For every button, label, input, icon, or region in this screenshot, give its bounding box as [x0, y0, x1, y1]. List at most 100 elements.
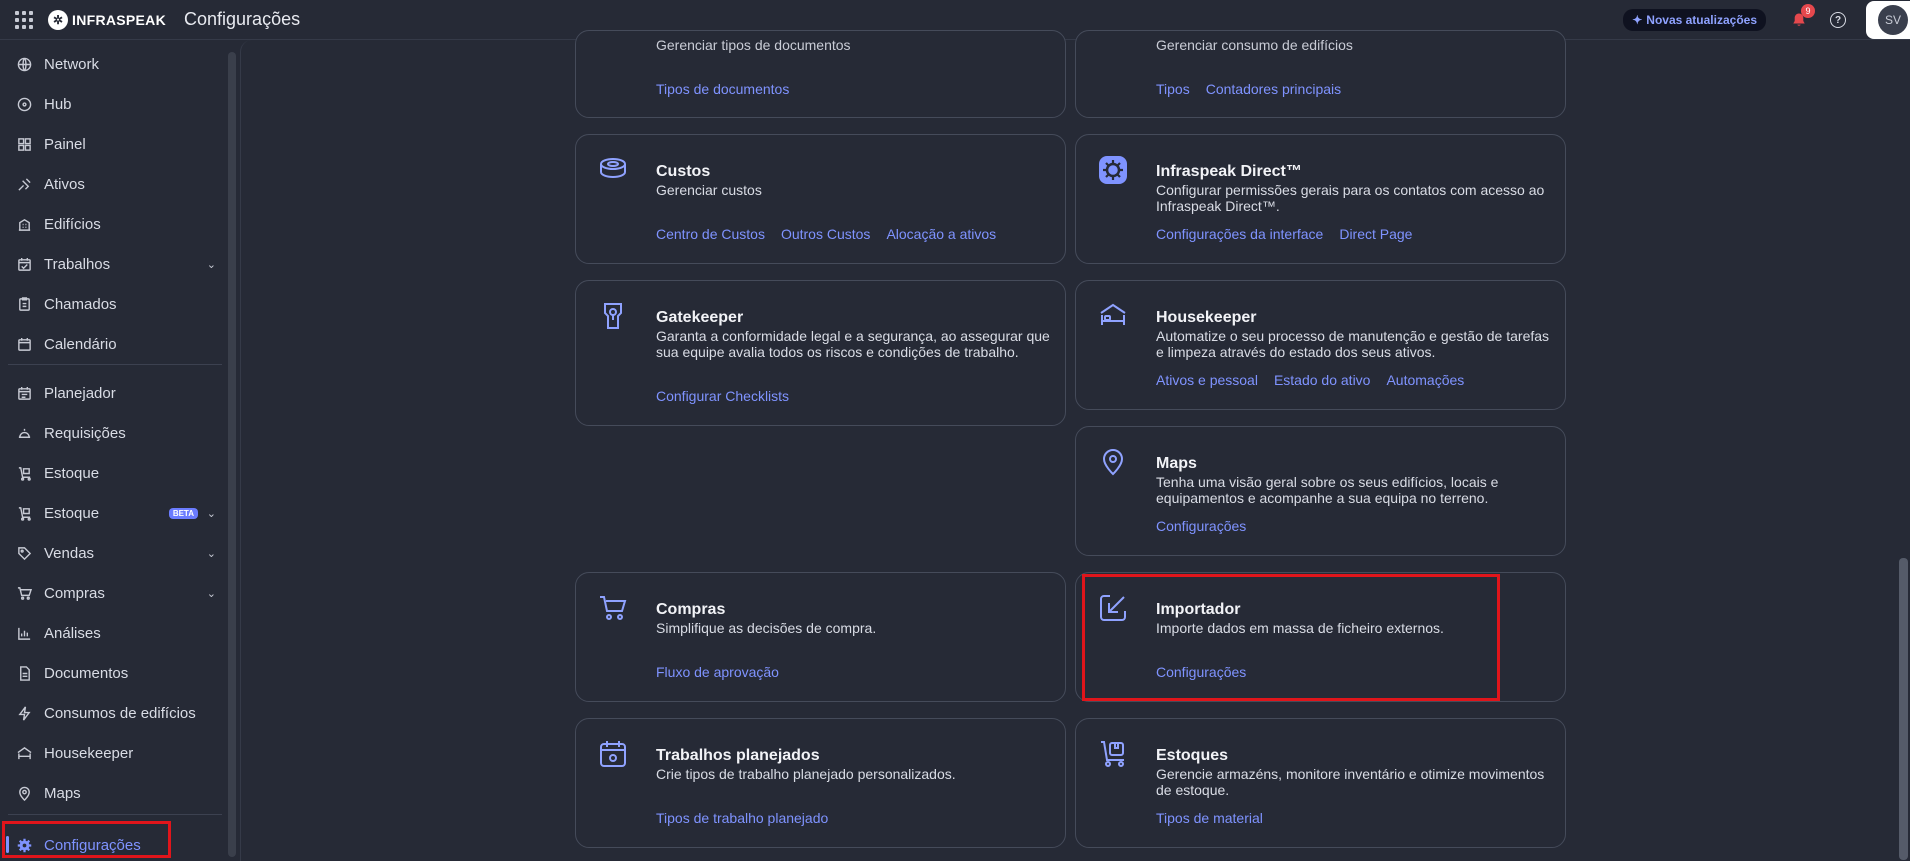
- housekeeper-icon: [16, 745, 32, 761]
- sidebar-item-maps[interactable]: Maps: [0, 773, 222, 813]
- updates-button[interactable]: ✦ Novas atualizações: [1623, 9, 1766, 31]
- sidebar-item-label: Compras: [44, 584, 105, 602]
- sidebar-item-label: Chamados: [44, 295, 117, 313]
- sidebar-item-estoque-beta[interactable]: Estoque BETA ⌄: [0, 493, 222, 533]
- sidebar-item-label: Trabalhos: [44, 255, 111, 273]
- chevron-down-icon[interactable]: ⌄: [207, 547, 216, 560]
- sidebar-item-label: Análises: [44, 624, 101, 642]
- link-approval-flow[interactable]: Fluxo de aprovação: [656, 664, 779, 680]
- card-purchases: Compras Simplifique as decisões de compr…: [575, 572, 1066, 702]
- calendar-icon: [16, 336, 32, 352]
- card-title: Custos: [656, 163, 711, 180]
- sidebar-item-trabalhos[interactable]: Trabalhos ⌄: [0, 244, 222, 284]
- link-cost-centers[interactable]: Centro de Custos: [656, 226, 765, 242]
- link-material-types[interactable]: Tipos de material: [1156, 810, 1263, 826]
- logo[interactable]: ✲ INFRASPEAK: [48, 9, 167, 30]
- sidebar-item-requisicoes[interactable]: Requisições: [0, 413, 222, 453]
- sidebar-item-edificios[interactable]: Edifícios: [0, 204, 222, 244]
- card-links: Configurações: [1156, 518, 1246, 534]
- card-links: Centro de Custos Outros Custos Alocação …: [656, 226, 996, 242]
- sidebar-item-hub[interactable]: Hub: [0, 84, 222, 124]
- main-scrollbar[interactable]: [1897, 42, 1910, 861]
- jobs-icon: [16, 256, 32, 272]
- card-title: Trabalhos planejados: [656, 747, 820, 764]
- sidebar-item-ativos[interactable]: Ativos: [0, 164, 222, 204]
- sidebar-item-label: Housekeeper: [44, 744, 134, 762]
- main-scrollbar-thumb[interactable]: [1899, 558, 1908, 860]
- card-documents: Gerenciar tipos de documentos Tipos de d…: [575, 30, 1066, 118]
- sidebar-item-calendario[interactable]: Calendário: [0, 324, 222, 364]
- card-infraspeak-direct: Infraspeak Direct™ Configurar permissões…: [1075, 134, 1566, 264]
- link-other-costs[interactable]: Outros Custos: [781, 226, 870, 242]
- card-title: Infraspeak Direct™: [1156, 163, 1302, 180]
- card-links: Ativos e pessoal Estado do ativo Automaç…: [1156, 372, 1464, 388]
- link-asset-allocation[interactable]: Alocação a ativos: [886, 226, 996, 242]
- chevron-down-icon[interactable]: ⌄: [207, 507, 216, 520]
- sidebar-item-housekeeper[interactable]: Housekeeper: [0, 733, 222, 773]
- chevron-down-icon[interactable]: ⌄: [207, 587, 216, 600]
- tickets-icon: [16, 296, 32, 312]
- logo-text: INFRASPEAK: [72, 11, 167, 28]
- sidebar-item-analises[interactable]: Análises: [0, 613, 222, 653]
- apps-grid-icon[interactable]: [14, 10, 34, 30]
- sidebar-item-label: Planejador: [44, 384, 116, 402]
- sidebar-scrollbar[interactable]: [228, 52, 236, 857]
- sidebar-item-label: Estoque: [44, 504, 100, 522]
- sidebar-item-label: Consumos de edifícios: [44, 704, 196, 722]
- sidebar-divider: [8, 364, 222, 365]
- sidebar-item-vendas[interactable]: Vendas ⌄: [0, 533, 222, 573]
- link-types[interactable]: Tipos: [1156, 81, 1190, 97]
- sidebar-item-consumos-de-edificios[interactable]: Consumos de edifícios: [0, 693, 222, 733]
- card-links: Tipos de trabalho planejado: [656, 810, 828, 826]
- link-planned-job-types[interactable]: Tipos de trabalho planejado: [656, 810, 828, 826]
- card-maps: Maps Tenha uma visão geral sobre os seus…: [1075, 426, 1566, 556]
- calendar-icon: [598, 739, 628, 769]
- sidebar-item-planejador[interactable]: Planejador: [0, 373, 222, 413]
- sidebar-item-label: Network: [44, 55, 100, 73]
- link-document-types[interactable]: Tipos de documentos: [656, 81, 789, 97]
- cart-icon: [16, 585, 32, 601]
- top-right-actions: ✦ Novas atualizações 9 ? SV: [1623, 0, 1910, 40]
- sidebar-item-compras[interactable]: Compras ⌄: [0, 573, 222, 613]
- link-automations[interactable]: Automações: [1386, 372, 1464, 388]
- card-links: Tipos de documentos: [656, 81, 789, 97]
- sidebar: Network Hub Painel Ativos Edifícios Trabalhos…: [0, 44, 232, 861]
- notifications-bell-icon[interactable]: 9: [1790, 4, 1815, 29]
- assets-icon: [16, 176, 32, 192]
- sidebar-item-estoque[interactable]: Estoque: [0, 453, 222, 493]
- logo-mark-icon: ✲: [48, 9, 68, 30]
- network-icon: [16, 56, 32, 72]
- card-desc: Simplifique as decisões de compra.: [656, 620, 877, 636]
- link-asset-state[interactable]: Estado do ativo: [1274, 372, 1371, 388]
- user-menu[interactable]: SV: [1866, 1, 1910, 39]
- card-title: Maps: [1156, 455, 1197, 472]
- sidebar-item-painel[interactable]: Painel: [0, 124, 222, 164]
- card-planned-jobs: Trabalhos planejados Crie tipos de traba…: [575, 718, 1066, 848]
- card-title: Gatekeeper: [656, 309, 744, 326]
- documents-icon: [16, 665, 32, 681]
- card-desc: Gerencie armazéns, monitore inventário e…: [1156, 766, 1545, 798]
- highlight-box-settings: [2, 821, 171, 858]
- link-main-meters[interactable]: Contadores principais: [1206, 81, 1341, 97]
- sidebar-item-label: Painel: [44, 135, 86, 153]
- link-configure-checklists[interactable]: Configurar Checklists: [656, 388, 789, 404]
- card-title: Housekeeper: [1156, 309, 1257, 326]
- link-assets-and-staff[interactable]: Ativos e pessoal: [1156, 372, 1258, 388]
- sparkle-icon: ✦: [1632, 13, 1643, 27]
- card-desc: Gerenciar custos: [656, 182, 762, 198]
- link-interface-settings[interactable]: Configurações da interface: [1156, 226, 1323, 242]
- card-links: Configurar Checklists: [656, 388, 789, 404]
- sidebar-item-network[interactable]: Network: [0, 44, 222, 84]
- card-building-consumption: Gerenciar consumo de edifícios Tipos Con…: [1075, 30, 1566, 118]
- chevron-down-icon[interactable]: ⌄: [207, 258, 216, 271]
- avatar: SV: [1878, 5, 1908, 35]
- hub-icon: [16, 96, 32, 112]
- sidebar-item-label: Requisições: [44, 424, 126, 442]
- link-direct-page[interactable]: Direct Page: [1339, 226, 1412, 242]
- card-desc: Configurar permissões gerais para os con…: [1156, 182, 1545, 214]
- sidebar-item-documentos[interactable]: Documentos: [0, 653, 222, 693]
- sidebar-item-chamados[interactable]: Chamados: [0, 284, 222, 324]
- gatekeeper-icon: [598, 301, 628, 331]
- link-maps-settings[interactable]: Configurações: [1156, 518, 1246, 534]
- help-icon[interactable]: ?: [1830, 12, 1846, 28]
